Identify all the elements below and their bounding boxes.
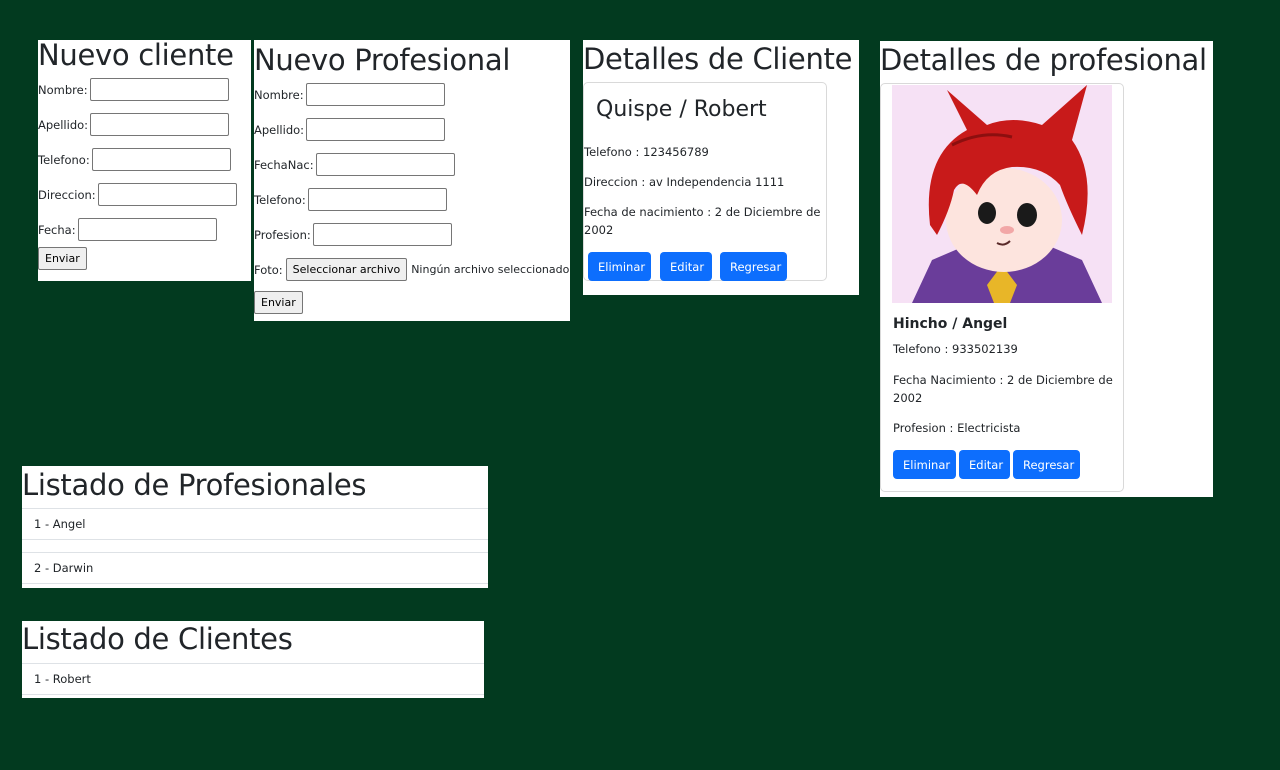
list-item[interactable]: 2 - Darwin [22, 552, 488, 584]
cliente-editar-button[interactable]: Editar [660, 252, 712, 281]
listado-profesionales-title: Listado de Profesionales [22, 468, 367, 502]
prof-nombre-label: Nombre: [254, 87, 304, 102]
cliente-nombre-input[interactable] [89, 78, 229, 101]
cliente-card: Quispe / Robert Telefono : 123456789 Dir… [583, 82, 827, 281]
cliente-fecha-input[interactable] [77, 218, 217, 241]
prof-profesion-label: Profesion: [254, 227, 311, 242]
profesional-card: Hincho / Angel Telefono : 933502139 Fech… [880, 83, 1124, 492]
list-item-label: 1 - Robert [34, 672, 91, 686]
profesional-eliminar-button[interactable]: Eliminar [893, 450, 956, 479]
profesional-photo [892, 85, 1112, 303]
profesional-fecha-line1: Fecha Nacimiento : 2 de Diciembre de [893, 373, 1113, 387]
cliente-apellido-row: Apellido: [38, 107, 251, 142]
detalles-profesional-title: Detalles de profesional [880, 43, 1207, 77]
file-status-text: Ningún archivo seleccionado [411, 263, 570, 276]
list-item-label: 2 - Darwin [34, 561, 94, 575]
nuevo-cliente-panel: Nuevo cliente Nombre: Apellido: Telefono… [38, 40, 251, 281]
prof-fechanac-label: FechaNac: [254, 157, 314, 172]
prof-nombre-row: Nombre: [254, 77, 570, 112]
nuevo-profesional-panel: Nuevo Profesional Nombre: Apellido: Fech… [254, 40, 570, 321]
cliente-apellido-input[interactable] [90, 113, 230, 136]
prof-fechanac-input[interactable] [315, 153, 455, 176]
profesional-card-name: Hincho / Angel [893, 316, 1008, 332]
prof-nombre-input[interactable] [305, 83, 445, 106]
nuevo-cliente-title: Nuevo cliente [38, 38, 234, 72]
profesional-profesion: Profesion : Electricista [893, 421, 1021, 435]
cliente-fecha-line1: Fecha de nacimiento : 2 de Diciembre de [584, 205, 821, 219]
profesional-editar-button[interactable]: Editar [959, 450, 1010, 479]
prof-profesion-input[interactable] [312, 223, 452, 246]
cliente-eliminar-button[interactable]: Eliminar [588, 252, 651, 281]
cliente-regresar-button[interactable]: Regresar [720, 252, 787, 281]
listado-clientes-panel: Listado de Clientes 1 - Robert [22, 621, 484, 698]
cliente-nombre-label: Nombre: [38, 82, 88, 97]
prof-enviar-button[interactable]: Enviar [254, 291, 303, 314]
profesional-telefono: Telefono : 933502139 [893, 342, 1018, 356]
cliente-direccion: Direccion : av Independencia 1111 [584, 175, 785, 189]
cliente-fecha-row: Fecha: [38, 212, 251, 247]
cliente-telefono-row: Telefono: [38, 142, 251, 177]
cliente-fecha-line2: 2002 [584, 223, 614, 237]
list-item-label: 1 - Angel [34, 517, 86, 531]
detalles-profesional-panel: Detalles de profesional Hincho / Angel T… [880, 41, 1213, 497]
prof-apellido-row: Apellido: [254, 112, 570, 147]
prof-apellido-label: Apellido: [254, 122, 305, 137]
cliente-fecha-label: Fecha: [38, 222, 76, 237]
prof-foto-row: Foto: Seleccionar archivo Ningún archivo… [254, 252, 570, 287]
profesional-fecha-line2: 2002 [893, 391, 923, 405]
nuevo-profesional-title: Nuevo Profesional [254, 43, 511, 77]
list-item[interactable]: 1 - Robert [22, 663, 484, 695]
cliente-telefono: Telefono : 123456789 [584, 145, 709, 159]
prof-apellido-input[interactable] [306, 118, 446, 141]
prof-telefono-row: Telefono: [254, 182, 570, 217]
listado-clientes-title: Listado de Clientes [22, 622, 293, 656]
cliente-direccion-label: Direccion: [38, 187, 96, 202]
prof-fechanac-row: FechaNac: [254, 147, 570, 182]
prof-telefono-input[interactable] [307, 188, 447, 211]
detalles-cliente-panel: Detalles de Cliente Quispe / Robert Tele… [583, 40, 859, 295]
cliente-direccion-input[interactable] [97, 183, 237, 206]
detalles-cliente-title: Detalles de Cliente [583, 42, 853, 76]
prof-foto-label: Foto: [254, 262, 283, 277]
listado-profesionales-panel: Listado de Profesionales 1 - Angel 2 - D… [22, 466, 488, 588]
cliente-telefono-input[interactable] [91, 148, 231, 171]
cliente-nombre-row: Nombre: [38, 72, 251, 107]
prof-profesion-row: Profesion: [254, 217, 570, 252]
file-select-button[interactable]: Seleccionar archivo [285, 258, 408, 281]
prof-telefono-label: Telefono: [254, 192, 306, 207]
list-item[interactable]: 1 - Angel [22, 508, 488, 540]
cliente-telefono-label: Telefono: [38, 152, 90, 167]
cliente-direccion-row: Direccion: [38, 177, 251, 212]
cliente-apellido-label: Apellido: [38, 117, 89, 132]
cliente-enviar-button[interactable]: Enviar [38, 247, 87, 270]
cliente-card-name: Quispe / Robert [596, 97, 767, 122]
profesional-regresar-button[interactable]: Regresar [1013, 450, 1080, 479]
